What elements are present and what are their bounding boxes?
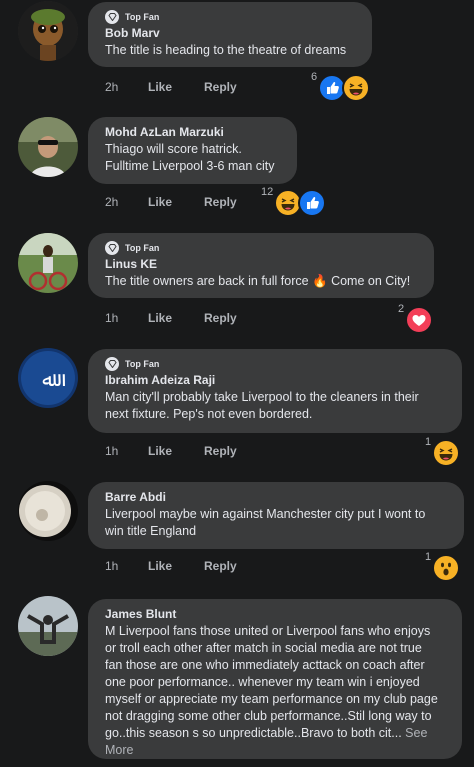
comment-line: one poor performance.. whenever my team …: [105, 675, 420, 689]
comment-line: The title is heading to the theatre of d…: [105, 43, 347, 57]
top-fan-label: Top Fan: [125, 359, 160, 369]
reaction-summary[interactable]: 6: [311, 71, 371, 102]
commenter-name[interactable]: Ibrahim Adeiza Raji: [105, 373, 446, 388]
avatar[interactable]: [18, 117, 78, 177]
commenter-name[interactable]: Barre Abdi: [105, 490, 448, 505]
commenter-name[interactable]: Bob Marv: [105, 26, 356, 41]
avatar[interactable]: [18, 233, 78, 293]
comment-actions: 2h Like Reply: [105, 195, 237, 209]
reaction-summary[interactable]: 1: [425, 436, 461, 467]
comment-line: win title England: [105, 524, 197, 538]
comment-line: Thiago will score hatrick.: [105, 142, 242, 156]
love-icon: [405, 306, 434, 334]
comment-actions: 1h Like Reply: [105, 444, 237, 458]
comment-time[interactable]: 2h: [105, 195, 148, 209]
comment-bubble: Top Fan Bob Marv The title is heading to…: [88, 2, 372, 67]
commenter-name[interactable]: Mohd AzLan Marzuki: [105, 125, 281, 140]
wow-icon: [432, 554, 461, 582]
comment-line: fan those are one who immediately acttac…: [105, 658, 425, 672]
diamond-icon: [105, 10, 119, 24]
comment-bubble: Mohd AzLan Marzuki Thiago will score hat…: [88, 117, 297, 184]
comment-line: The title owners are back in full force …: [105, 274, 411, 288]
reaction-summary[interactable]: 2: [398, 303, 434, 334]
like-button[interactable]: Like: [148, 80, 204, 94]
diamond-icon: [105, 357, 119, 371]
comment-actions: 1h Like Reply: [105, 311, 237, 325]
top-fan-badge: Top Fan: [105, 357, 446, 371]
comment-bubble: Top Fan Linus KE The title owners are ba…: [88, 233, 434, 298]
avatar[interactable]: [18, 596, 78, 656]
comment-bubble: Top Fan Ibrahim Adeiza Raji Man city'll …: [88, 349, 462, 433]
commenter-name[interactable]: Linus KE: [105, 257, 418, 272]
reaction-summary[interactable]: 1: [425, 551, 461, 582]
reaction-count: 1: [425, 551, 432, 563]
top-fan-badge: Top Fan: [105, 10, 356, 24]
reply-button[interactable]: Reply: [204, 444, 237, 458]
reply-button[interactable]: Reply: [204, 195, 237, 209]
reaction-summary[interactable]: 12: [261, 186, 327, 217]
comment-line: go..this season s so unpredictable..Brav…: [105, 725, 446, 759]
comment-bubble: James Blunt M Liverpool fans those unite…: [88, 599, 462, 759]
top-fan-label: Top Fan: [125, 243, 160, 253]
comment-line: Fulltime Liverpool 3-6 man city: [105, 159, 275, 173]
comment-text: The title owners are back in full force …: [105, 273, 418, 290]
comment-text: M Liverpool fans those united or Liverpo…: [105, 623, 446, 759]
reply-button[interactable]: Reply: [204, 559, 237, 573]
commenter-name[interactable]: James Blunt: [105, 607, 446, 622]
comment-actions: 2h Like Reply: [105, 80, 237, 94]
diamond-icon: [105, 241, 119, 255]
like-button[interactable]: Like: [148, 311, 204, 325]
like-button[interactable]: Like: [148, 444, 204, 458]
comment-line: Man city'll probably take Liverpool to t…: [105, 390, 419, 404]
comment-time[interactable]: 1h: [105, 444, 148, 458]
reaction-count: 6: [311, 71, 318, 83]
reply-button[interactable]: Reply: [204, 311, 237, 325]
comment-text: Thiago will score hatrick. Fulltime Live…: [105, 141, 281, 175]
comment-line: next fixture. Pep's not even bordered.: [105, 407, 313, 421]
top-fan-badge: Top Fan: [105, 241, 418, 255]
comment-text: The title is heading to the theatre of d…: [105, 42, 356, 59]
comment-time[interactable]: 1h: [105, 559, 148, 573]
avatar[interactable]: [18, 481, 78, 541]
comment-bubble: Barre Abdi Liverpool maybe win against M…: [88, 482, 464, 549]
haha-icon: [342, 74, 371, 102]
comment-line: or troll each other after match in socia…: [105, 641, 422, 655]
comment-text: Liverpool maybe win against Manchester c…: [105, 506, 448, 540]
reaction-count: 1: [425, 436, 432, 448]
comment-line: M Liverpool fans those united or Liverpo…: [105, 624, 431, 638]
haha-icon: [432, 439, 461, 467]
comment-line: not dragging some other club performance…: [105, 709, 432, 723]
like-button[interactable]: Like: [148, 559, 204, 573]
comment-actions: 1h Like Reply: [105, 559, 237, 573]
avatar[interactable]: ﷲ: [18, 348, 78, 408]
top-fan-label: Top Fan: [125, 12, 160, 22]
like-button[interactable]: Like: [148, 195, 204, 209]
avatar[interactable]: [18, 1, 78, 61]
comment-line-text: go..this season s so unpredictable..Brav…: [105, 726, 402, 740]
reply-button[interactable]: Reply: [204, 80, 237, 94]
comment-time[interactable]: 2h: [105, 80, 148, 94]
reaction-count: 2: [398, 303, 405, 315]
comment-time[interactable]: 1h: [105, 311, 148, 325]
comment-text: Man city'll probably take Liverpool to t…: [105, 389, 446, 423]
comment-line: Liverpool maybe win against Manchester c…: [105, 507, 426, 521]
like-icon: [298, 189, 327, 217]
comment-line: myself or appreciate my team performance…: [105, 692, 438, 706]
reaction-count: 12: [261, 186, 274, 198]
